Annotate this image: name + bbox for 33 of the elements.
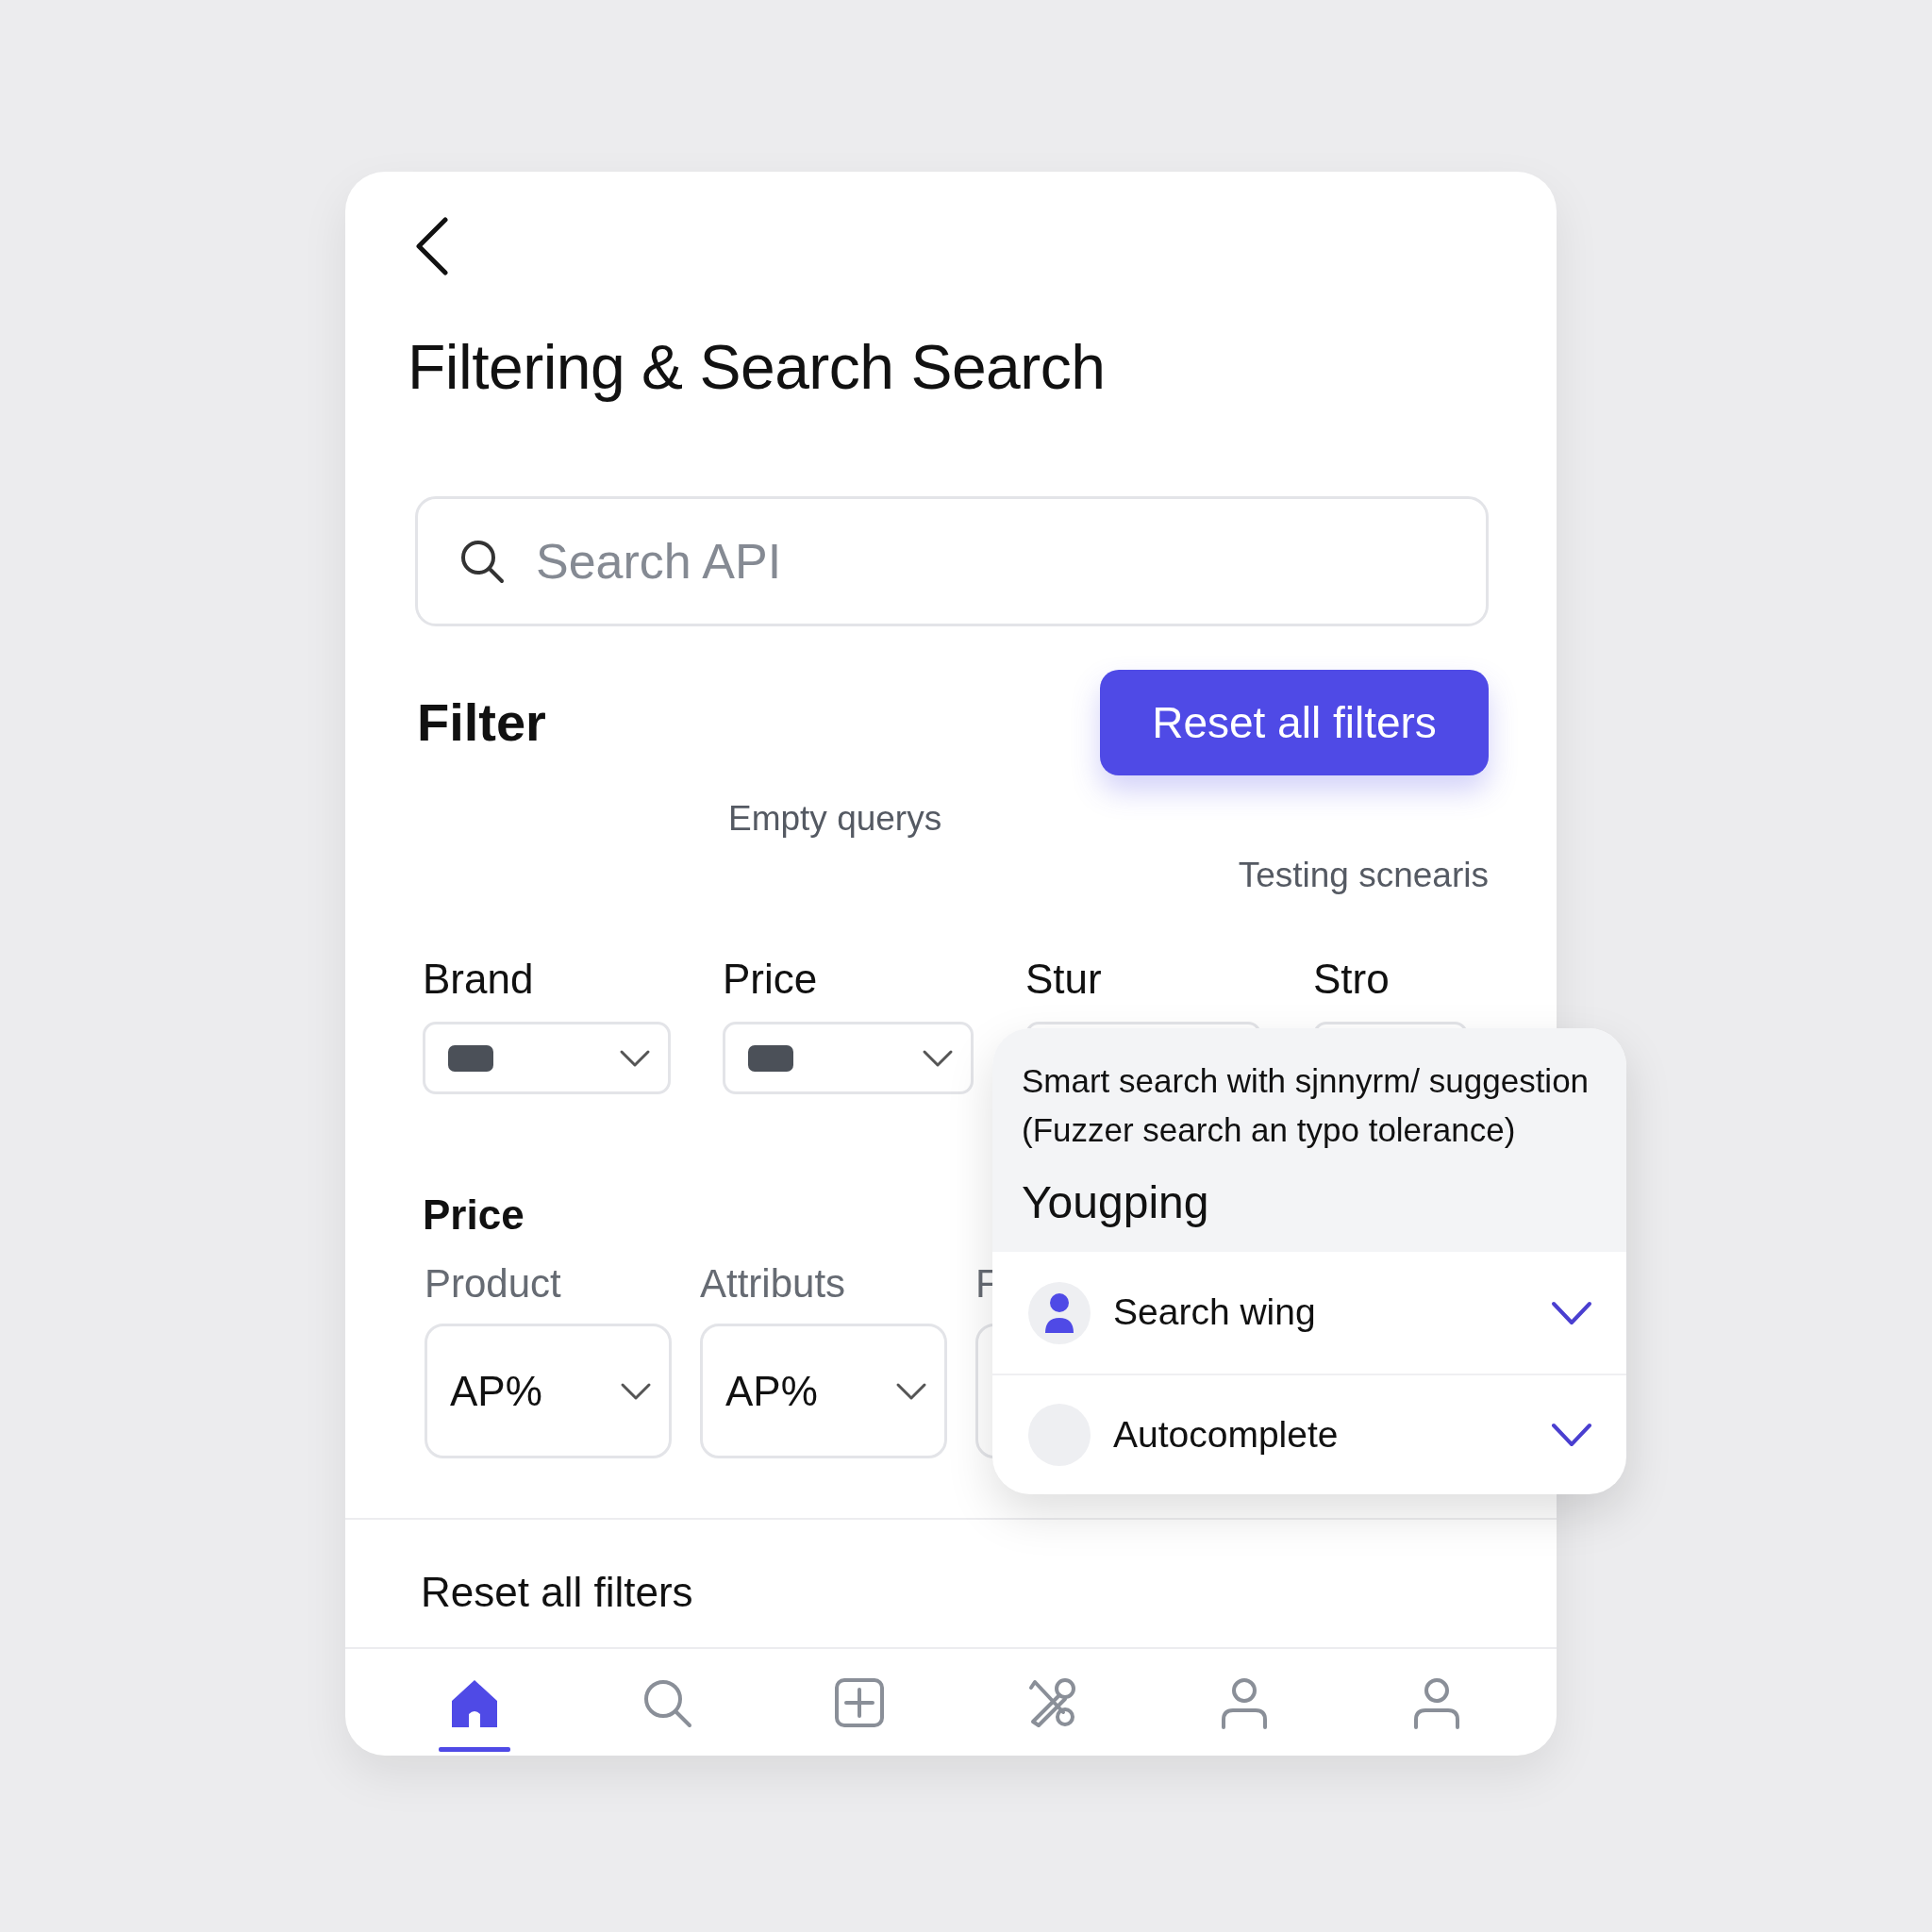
chevron-down-icon	[620, 1381, 652, 1401]
field-label: Stur	[1025, 955, 1103, 1005]
field-label: Stro	[1313, 955, 1391, 1005]
dropdown-select[interactable]	[723, 1022, 974, 1095]
helper-text: Empty querys	[727, 798, 943, 841]
popover-heading: Yougping	[1022, 1176, 1210, 1229]
chevron-down-icon	[1551, 1423, 1592, 1447]
suggestion-item[interactable]: Autocomplete	[992, 1375, 1626, 1494]
field-label: Brand	[423, 955, 535, 1005]
reset-button[interactable]: Reset all filters	[1100, 670, 1489, 776]
section-heading: Price	[423, 1191, 525, 1241]
section-heading: Filter	[417, 691, 546, 755]
reset-link[interactable]: Reset all filters	[421, 1569, 693, 1616]
value-swatch	[448, 1044, 493, 1072]
chevron-down-icon	[619, 1048, 651, 1068]
chevron-down-icon	[1551, 1300, 1592, 1325]
helper-text: Testing scnearis	[1237, 855, 1489, 897]
search-field[interactable]: Search API	[415, 496, 1489, 627]
field-label: Price	[723, 955, 819, 1005]
field-label: Attributs	[700, 1260, 847, 1308]
chevron-down-icon	[922, 1048, 954, 1068]
chevron-down-icon	[895, 1381, 927, 1401]
dropdown-select[interactable]: AP%	[700, 1324, 947, 1459]
dropdown-select[interactable]: AP%	[425, 1324, 672, 1459]
popover-description: Smart search with sjnnyrm/ suggestion (Fuzzer search an typo tolerance)	[1022, 1061, 1591, 1150]
search-icon	[459, 539, 505, 585]
value-swatch	[748, 1044, 793, 1072]
plus-square-icon	[833, 1675, 886, 1729]
field-label: Product	[425, 1260, 562, 1308]
dropdown-select[interactable]	[423, 1022, 671, 1095]
page-title: Filtering & Search Search	[408, 331, 1107, 404]
suggestion-item[interactable]: Search wing	[992, 1252, 1626, 1375]
back-button[interactable]	[415, 217, 449, 275]
